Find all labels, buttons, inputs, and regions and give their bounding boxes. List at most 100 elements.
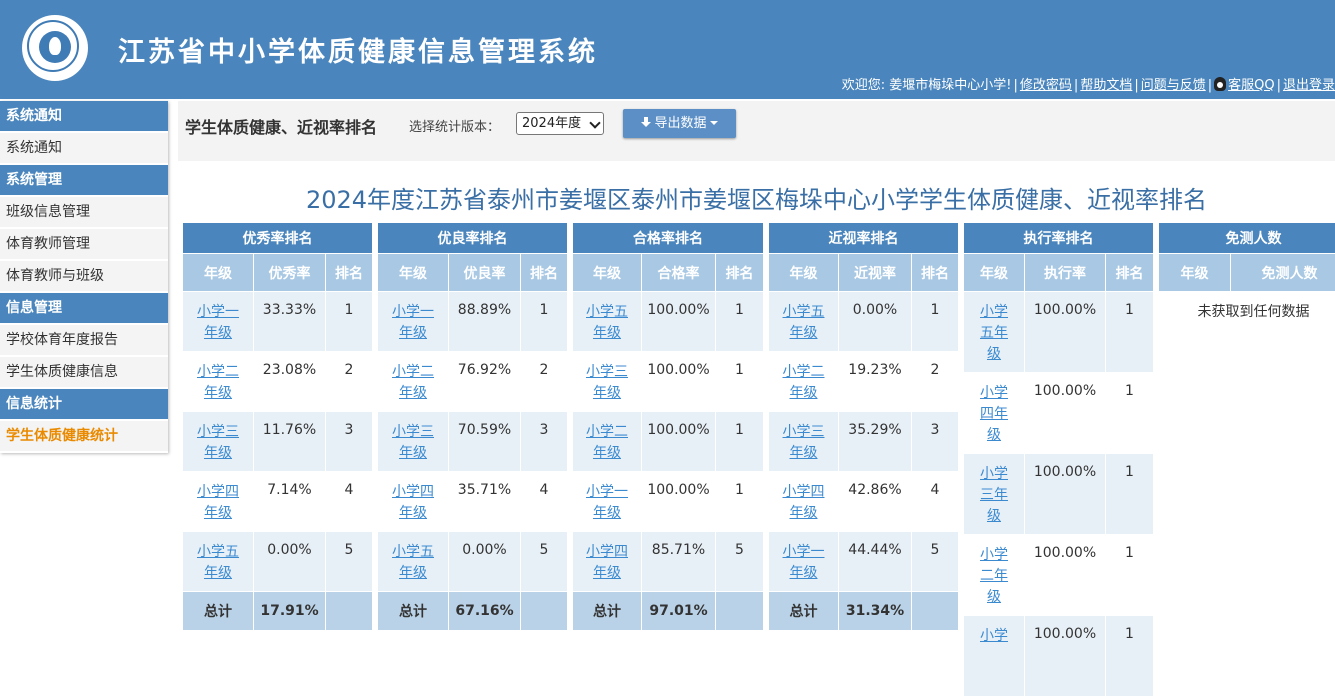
sidebar-group-statistics[interactable]: 信息统计 (0, 389, 168, 421)
grade-link[interactable]: 小学二年级 (390, 362, 436, 404)
column-header: 排名 (716, 254, 764, 292)
grade-link[interactable]: 小学五年级 (195, 542, 241, 584)
sidebar-group-system[interactable]: 系统管理 (0, 165, 168, 197)
grade-link[interactable]: 小学一年级 (390, 302, 436, 344)
sidebar-group-notice[interactable]: 系统通知 (0, 101, 168, 133)
grade-link[interactable]: 小学五年级 (390, 542, 436, 584)
table-row: 小学三年级100.00%1 (573, 352, 764, 412)
rate-cell: 100.00% (1025, 616, 1106, 697)
sidebar-item-health-statistics[interactable]: 学生体质健康统计 (0, 421, 168, 453)
rate-cell: 70.59% (449, 412, 521, 472)
execution-rate-table: 执行率排名 年级 执行率 排名 小学五年级100.00%1 小学四年级100.0… (963, 222, 1154, 697)
feedback-link[interactable]: 问题与反馈 (1141, 78, 1206, 93)
export-data-button[interactable]: 导出数据 (623, 109, 736, 138)
toolbar: 学生体质健康、近视率排名 选择统计版本： 2024年度 导出数据 (178, 101, 1335, 161)
table-row: 小学一年级88.89%1 (378, 292, 568, 352)
rate-cell: 35.29% (839, 412, 912, 472)
rank-cell: 5 (912, 532, 959, 592)
grade-link[interactable]: 小学五年级 (979, 302, 1009, 365)
sidebar-item-class-management[interactable]: 班级信息管理 (0, 197, 168, 229)
column-header: 优良率 (449, 254, 521, 292)
rank-cell: 1 (912, 292, 959, 352)
sidebar-item-teacher-class[interactable]: 体育教师与班级 (0, 261, 168, 293)
rate-cell: 0.00% (449, 532, 521, 592)
column-header: 排名 (326, 254, 373, 292)
good-rate-table: 优良率排名 年级 优良率 排名 小学一年级88.89%1 小学二年级76.92%… (377, 222, 568, 631)
grade-link[interactable]: 小学三年级 (584, 362, 630, 404)
grade-link[interactable]: 小学三年级 (195, 422, 241, 464)
rank-cell: 5 (521, 532, 568, 592)
grade-link[interactable]: 小学四年级 (979, 383, 1009, 446)
rate-cell: 100.00% (642, 292, 716, 352)
table-row: 小学一年级 44.44%5 (769, 532, 959, 592)
rank-cell: 1 (521, 292, 568, 352)
grade-link[interactable]: 小学 (979, 626, 1009, 647)
table-row: 小学三年级35.29%3 (769, 412, 959, 472)
total-row: 总计31.34% (769, 592, 959, 631)
table-title: 优秀率排名 (183, 223, 373, 254)
table-row: 小学四年级 35.71%4 (378, 472, 568, 532)
table-row: 小学一年级100.00%1 (573, 472, 764, 532)
table-row: 小学100.00%1 (964, 616, 1154, 697)
download-icon (641, 117, 651, 128)
table-title: 优良率排名 (378, 223, 568, 254)
version-label: 选择统计版本： (409, 116, 500, 135)
rate-cell: 76.92% (449, 352, 521, 412)
rank-cell: 4 (521, 472, 568, 532)
table-title: 合格率排名 (573, 223, 764, 254)
grade-link[interactable]: 小学三年级 (979, 464, 1009, 527)
total-label: 总计 (769, 592, 839, 631)
app-title: 江苏省中小学体质健康信息管理系统 (118, 30, 598, 69)
sidebar-item-system-notice[interactable]: 系统通知 (0, 133, 168, 165)
grade-link[interactable]: 小学三年级 (781, 422, 827, 464)
table-row: 小学三年级70.59%3 (378, 412, 568, 472)
table-row: 小学五年级0.00%1 (769, 292, 959, 352)
version-select[interactable]: 2024年度 (516, 112, 604, 135)
rank-cell: 5 (716, 532, 764, 592)
table-row: 小学二年级 19.23%2 (769, 352, 959, 412)
rate-cell: 7.14% (254, 472, 326, 532)
rank-cell: 2 (326, 352, 373, 412)
rate-cell: 100.00% (642, 352, 716, 412)
grade-link[interactable]: 小学五年级 (781, 302, 827, 344)
sidebar-item-annual-report[interactable]: 学校体育年度报告 (0, 325, 168, 357)
sidebar-group-info[interactable]: 信息管理 (0, 293, 168, 325)
grade-link[interactable]: 小学一年级 (195, 302, 241, 344)
qq-service-link[interactable]: 客服QQ (1228, 78, 1274, 93)
grade-link[interactable]: 小学五年级 (584, 302, 630, 344)
grade-link[interactable]: 小学二年级 (584, 422, 630, 464)
grade-link[interactable]: 小学四年级 (781, 482, 827, 524)
logout-link[interactable]: 退出登录 (1283, 78, 1335, 93)
sidebar-item-health-info[interactable]: 学生体质健康信息 (0, 357, 168, 389)
column-header: 年级 (964, 254, 1025, 292)
myopia-rate-table: 近视率排名 年级 近视率 排名 小学五年级0.00%1 小学二年级19.23%2… (768, 222, 959, 631)
rank-cell: 4 (326, 472, 373, 532)
column-header: 近视率 (839, 254, 912, 292)
rank-cell: 2 (912, 352, 959, 412)
sidebar-item-teacher-management[interactable]: 体育教师管理 (0, 229, 168, 261)
rate-cell: 100.00% (1025, 373, 1106, 454)
table-row: 小学三年级100.00%1 (964, 454, 1154, 535)
rate-cell: 100.00% (642, 472, 716, 532)
user-bar: 欢迎您: 姜堰市梅垛中心小学!|修改密码|帮助文档|问题与反馈|客服QQ|退出登… (842, 74, 1335, 93)
rate-cell: 35.71% (449, 472, 521, 532)
rate-cell: 19.23% (839, 352, 912, 412)
sidebar: 系统通知 系统通知 系统管理 班级信息管理 体育教师管理 体育教师与班级 信息管… (0, 101, 168, 453)
rank-cell: 1 (1106, 454, 1154, 535)
grade-link[interactable]: 小学四年级 (195, 482, 241, 524)
change-password-link[interactable]: 修改密码 (1020, 78, 1072, 93)
grade-link[interactable]: 小学二年级 (195, 362, 241, 404)
column-header: 执行率 (1025, 254, 1106, 292)
grade-link[interactable]: 小学四年级 (584, 542, 630, 584)
grade-link[interactable]: 小学三年级 (390, 422, 436, 464)
grade-link[interactable]: 小学二年级 (781, 362, 827, 404)
help-docs-link[interactable]: 帮助文档 (1080, 78, 1132, 93)
grade-link[interactable]: 小学一年级 (781, 542, 827, 584)
rate-cell: 23.08% (254, 352, 326, 412)
total-row: 总计97.01% (573, 592, 764, 631)
grade-link[interactable]: 小学四年级 (390, 482, 436, 524)
rank-cell: 5 (326, 532, 373, 592)
rate-cell: 44.44% (839, 532, 912, 592)
grade-link[interactable]: 小学一年级 (584, 482, 630, 524)
grade-link[interactable]: 小学二年级 (979, 545, 1009, 608)
